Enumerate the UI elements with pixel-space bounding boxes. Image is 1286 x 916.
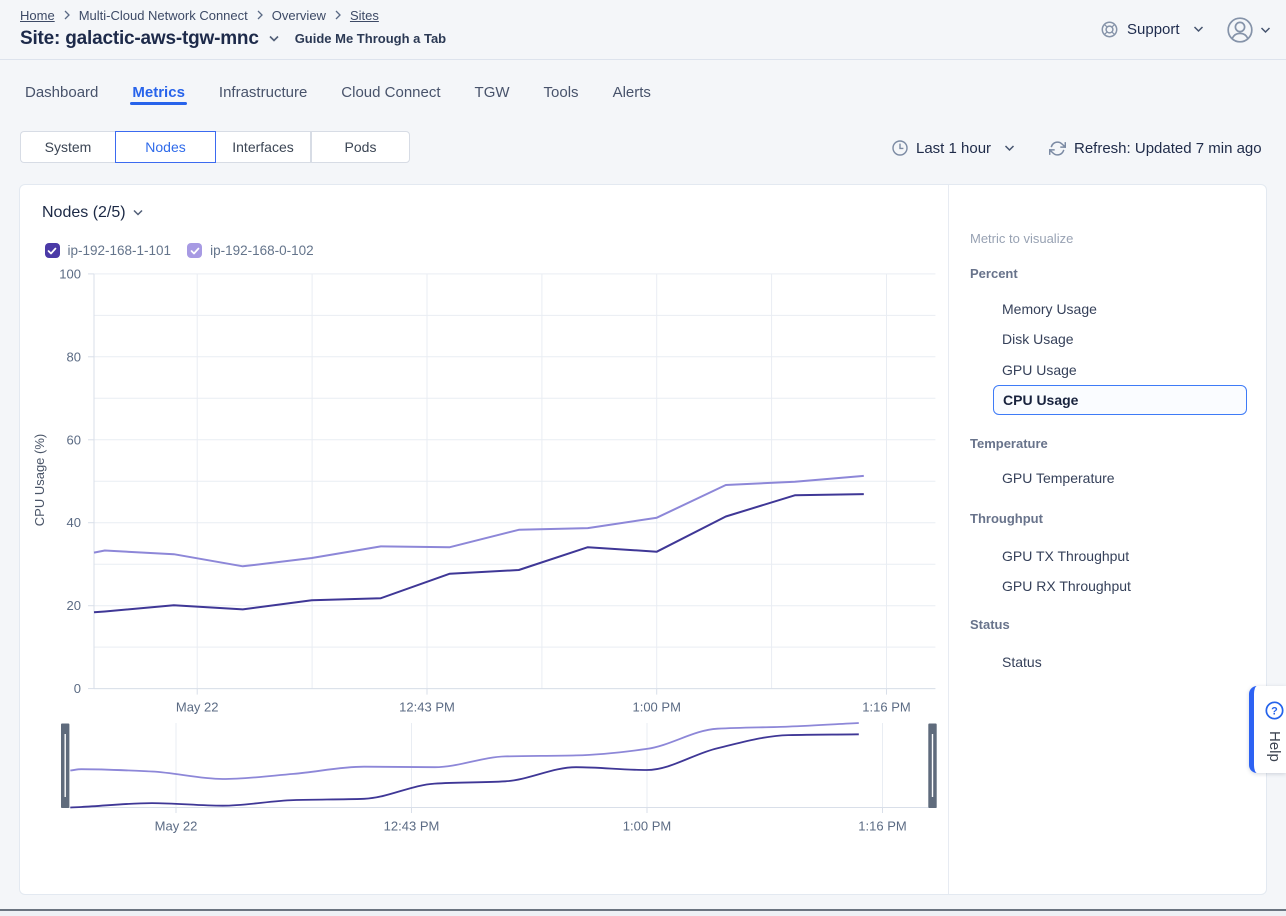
svg-text:May 22: May 22 (155, 819, 198, 834)
svg-text:60: 60 (67, 432, 81, 447)
svg-text:80: 80 (67, 349, 81, 364)
svg-text:12:43 PM: 12:43 PM (384, 819, 440, 834)
svg-text:0: 0 (74, 681, 81, 696)
svg-text:1:00 PM: 1:00 PM (632, 700, 680, 715)
svg-text:20: 20 (67, 598, 81, 613)
svg-text:1:00 PM: 1:00 PM (623, 819, 671, 834)
svg-text:12:43 PM: 12:43 PM (399, 700, 455, 715)
svg-text:CPU Usage (%): CPU Usage (%) (32, 434, 47, 526)
svg-text:40: 40 (67, 515, 81, 530)
svg-text:May 22: May 22 (176, 700, 219, 715)
svg-text:100: 100 (59, 266, 81, 281)
svg-text:?: ? (1271, 705, 1278, 717)
svg-text:1:16 PM: 1:16 PM (862, 700, 910, 715)
svg-text:1:16 PM: 1:16 PM (858, 819, 906, 834)
